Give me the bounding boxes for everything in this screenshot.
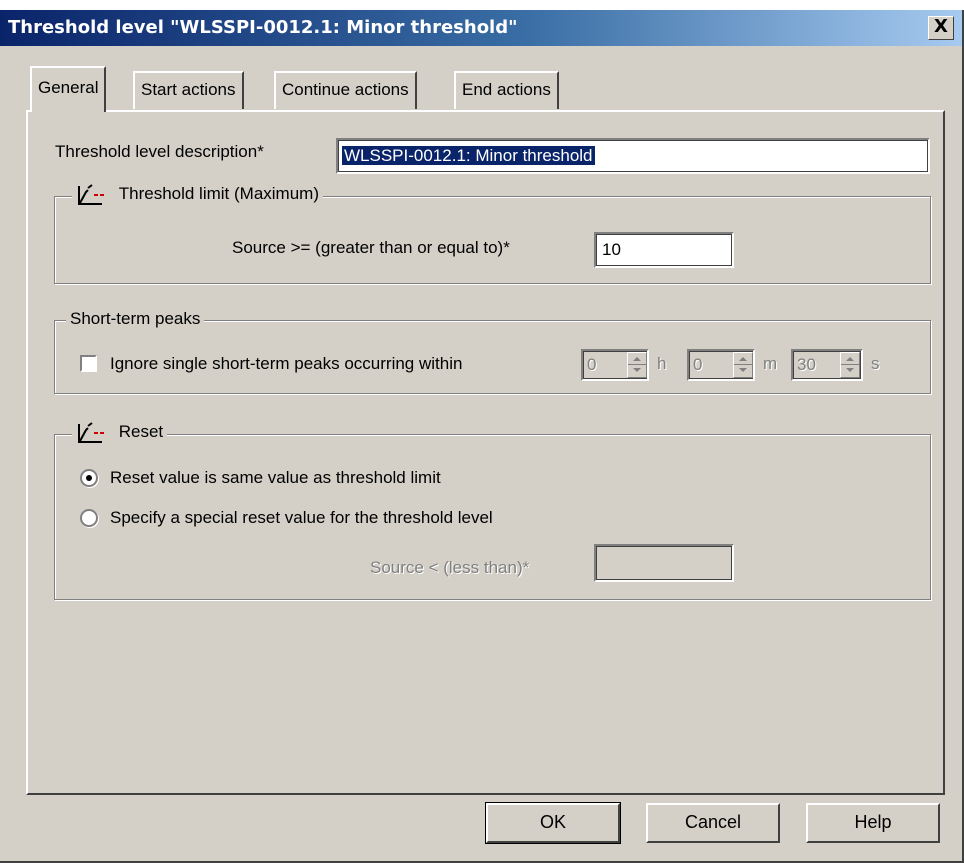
description-field[interactable]: WLSSPI-0012.1: Minor threshold	[336, 138, 930, 174]
reset-legend: Reset	[72, 420, 168, 446]
threshold-source-label: Source >= (greater than or equal to)*	[232, 238, 510, 257]
ignore-peaks-checkbox[interactable]	[80, 355, 97, 372]
tab-end-actions[interactable]: End actions	[454, 71, 559, 109]
minutes-value: 0	[693, 355, 703, 374]
arrow-up-icon	[846, 357, 854, 361]
help-button[interactable]: Help	[806, 803, 940, 843]
window-title: Threshold level "WLSSPI-0012.1: Minor th…	[8, 17, 518, 38]
arrow-down-icon	[633, 368, 641, 372]
seconds-unit: s	[871, 354, 880, 373]
reset-source-label: Source < (less than)*	[370, 558, 530, 577]
title-bar[interactable]: Threshold level "WLSSPI-0012.1: Minor th…	[0, 10, 962, 46]
radio-selected-dot	[86, 475, 92, 481]
seconds-value: 30	[797, 355, 816, 374]
hours-value: 0	[587, 355, 597, 374]
arrow-up-icon	[633, 357, 641, 361]
reset-source-input[interactable]	[594, 544, 734, 582]
reset-same-radio[interactable]	[80, 469, 98, 487]
hours-unit: h	[657, 354, 667, 373]
reset-special-label: Specify a special reset value for the th…	[110, 508, 493, 527]
tab-start-actions[interactable]: Start actions	[133, 71, 244, 109]
threshold-dialog: Threshold level "WLSSPI-0012.1: Minor th…	[0, 10, 964, 863]
cancel-button[interactable]: Cancel	[646, 803, 780, 843]
tab-panel-general: Threshold level description* WLSSPI-0012…	[26, 110, 945, 795]
hours-spin-buttons[interactable]	[627, 352, 647, 378]
tab-general[interactable]: General	[30, 66, 107, 112]
arrow-up-icon	[739, 357, 747, 361]
ignore-peaks-label: Ignore single short-term peaks occurring…	[110, 354, 463, 373]
threshold-source-value: 10	[602, 240, 621, 259]
close-icon[interactable]: X	[928, 16, 954, 40]
tab-continue-actions[interactable]: Continue actions	[274, 71, 417, 109]
minutes-unit: m	[763, 354, 778, 373]
threshold-source-input[interactable]: 10	[594, 232, 734, 268]
description-label: Threshold level description*	[55, 142, 264, 161]
reset-title: Reset	[118, 422, 164, 442]
threshold-graph-icon	[78, 422, 104, 443]
threshold-graph-icon	[78, 184, 104, 205]
seconds-spin-buttons[interactable]	[840, 352, 860, 378]
arrow-down-icon	[846, 368, 854, 372]
threshold-limit-title: Threshold limit (Maximum)	[118, 184, 319, 204]
description-value: WLSSPI-0012.1: Minor threshold	[342, 146, 595, 165]
threshold-limit-legend: Threshold limit (Maximum)	[72, 182, 323, 208]
short-term-peaks-title: Short-term peaks	[66, 309, 205, 329]
ok-button[interactable]: OK	[485, 802, 621, 844]
minutes-spin-buttons[interactable]	[733, 352, 753, 378]
reset-same-label: Reset value is same value as threshold l…	[110, 468, 441, 487]
reset-special-radio[interactable]	[80, 509, 98, 527]
arrow-down-icon	[739, 368, 747, 372]
